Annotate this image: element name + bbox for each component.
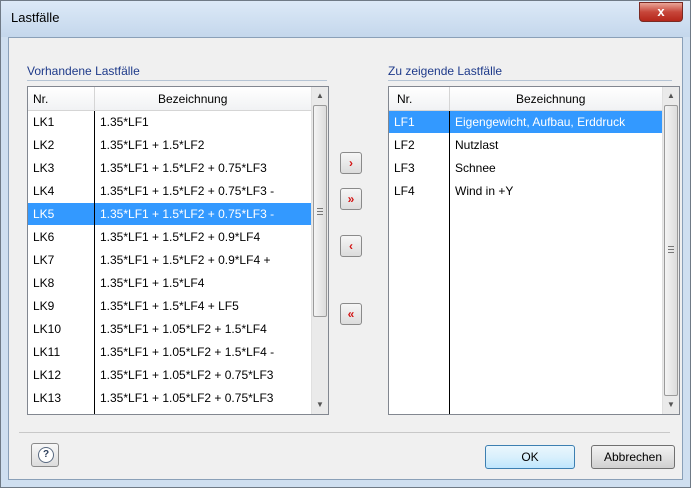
left-group-label: Vorhandene Lastfälle	[27, 64, 140, 78]
row-designation: 1.35*LF1 + 1.5*LF2 + 0.75*LF3 -	[100, 184, 275, 198]
row-number: LK2	[33, 138, 55, 152]
row-designation: 1.35*LF1 + 1.5*LF2 + 0.9*LF4	[100, 230, 261, 244]
row-number: LK5	[33, 207, 55, 221]
add-selected-button[interactable]: ›	[340, 152, 362, 174]
loadcase-row[interactable]: LK1 1.35*LF1	[28, 111, 311, 133]
right-col-nr-header[interactable]: Nr.	[397, 92, 412, 106]
row-number: LK12	[33, 368, 62, 382]
row-designation: Schnee	[455, 161, 496, 175]
row-number: LK10	[33, 322, 62, 336]
row-number: LK3	[33, 161, 55, 175]
row-designation: 1.35*LF1 + 1.5*LF2 + 0.75*LF3	[100, 161, 267, 175]
row-number: LF2	[394, 138, 415, 152]
row-number: LK11	[33, 345, 61, 359]
row-number: LK9	[33, 299, 55, 313]
left-col-nr-header[interactable]: Nr.	[33, 92, 48, 106]
scroll-up-icon[interactable]: ▲	[663, 87, 679, 104]
loadcase-row[interactable]: LK3 1.35*LF1 + 1.5*LF2 + 0.75*LF3	[28, 157, 311, 179]
ok-button[interactable]: OK	[485, 445, 575, 469]
scroll-down-icon[interactable]: ▼	[312, 396, 328, 413]
row-number: LK8	[33, 276, 55, 290]
right-header-separator[interactable]	[449, 87, 450, 111]
right-col-bezeichnung-header[interactable]: Bezeichnung	[516, 92, 585, 106]
row-number: LK13	[33, 391, 62, 405]
loadcase-row[interactable]: LK5 1.35*LF1 + 1.5*LF2 + 0.75*LF3 -	[28, 203, 311, 225]
row-designation: Nutzlast	[455, 138, 499, 152]
row-designation: 1.35*LF1 + 1.5*LF2	[100, 138, 205, 152]
row-designation: 1.35*LF1 + 1.5*LF4 + LF5	[100, 299, 239, 313]
row-number: LF4	[394, 184, 415, 198]
left-scroll-thumb[interactable]	[313, 105, 327, 317]
shown-loadcase-row[interactable]: LF1 Eigengewicht, Aufbau, Erddruck	[389, 111, 662, 133]
row-designation: Wind in +Y	[455, 184, 514, 198]
row-number: LF3	[394, 161, 415, 175]
row-designation: 1.35*LF1 + 1.05*LF2 + 1.5*LF4 -	[100, 345, 275, 359]
footer-separator	[19, 432, 670, 433]
left-header-separator[interactable]	[94, 87, 95, 111]
row-designation: 1.35*LF1 + 1.5*LF2 + 0.9*LF4 +	[100, 253, 271, 267]
loadcase-row[interactable]: LK12 1.35*LF1 + 1.05*LF2 + 0.75*LF3	[28, 364, 311, 386]
title-bar[interactable]: Lastfälle x	[1, 1, 690, 37]
row-designation: 1.35*LF1 + 1.05*LF2 + 0.75*LF3	[100, 368, 274, 382]
loadcase-row[interactable]: LK9 1.35*LF1 + 1.5*LF4 + LF5	[28, 295, 311, 317]
left-col-bezeichnung-header[interactable]: Bezeichnung	[158, 92, 227, 106]
help-button[interactable]: ?	[31, 443, 59, 467]
loadcase-row[interactable]: LK7 1.35*LF1 + 1.5*LF2 + 0.9*LF4 +	[28, 249, 311, 271]
loadcase-row[interactable]: LK4 1.35*LF1 + 1.5*LF2 + 0.75*LF3 -	[28, 180, 311, 202]
cancel-button[interactable]: Abbrechen	[591, 445, 675, 469]
shown-loadcase-row[interactable]: LF3 Schnee	[389, 157, 662, 179]
scroll-down-icon[interactable]: ▼	[663, 396, 679, 413]
row-number: LK1	[33, 115, 55, 129]
row-number: LK4	[33, 184, 55, 198]
loadcase-row[interactable]: LK10 1.35*LF1 + 1.05*LF2 + 1.5*LF4	[28, 318, 311, 340]
right-group-label: Zu zeigende Lastfälle	[388, 64, 503, 78]
right-list-header: Nr. Bezeichnung	[389, 87, 662, 111]
grip-icon	[317, 208, 323, 215]
dialog-client-area: Vorhandene Lastfälle Nr. Bezeichnung LK1…	[8, 37, 683, 480]
row-designation: 1.35*LF1 + 1.05*LF2 + 0.75*LF3	[100, 391, 274, 405]
lastfaelle-dialog: Lastfälle x Vorhandene Lastfälle Nr. Bez…	[0, 0, 691, 488]
arrow-left-icon: ‹	[349, 239, 353, 253]
left-list-scrollbar[interactable]: ▲ ▼	[311, 87, 328, 414]
remove-all-button[interactable]: «	[340, 303, 362, 325]
shown-loadcase-row[interactable]: LF4 Wind in +Y	[389, 180, 662, 202]
double-arrow-right-icon: »	[347, 192, 355, 206]
row-designation: Eigengewicht, Aufbau, Erddruck	[455, 115, 626, 129]
row-designation: 1.35*LF1 + 1.05*LF2 + 1.5*LF4	[100, 322, 267, 336]
left-list-header: Nr. Bezeichnung	[28, 87, 313, 111]
loadcase-row[interactable]: LK2 1.35*LF1 + 1.5*LF2	[28, 134, 311, 156]
shown-loadcases-list[interactable]: Nr. Bezeichnung LF1 Eigengewicht, Aufbau,…	[388, 86, 680, 415]
scroll-up-icon[interactable]: ▲	[312, 87, 328, 104]
row-number: LK7	[33, 253, 55, 267]
loadcase-row[interactable]: LK11 1.35*LF1 + 1.05*LF2 + 1.5*LF4 -	[28, 341, 311, 363]
close-button[interactable]: x	[639, 2, 683, 22]
row-designation: 1.35*LF1 + 1.5*LF2 + 0.75*LF3 -	[100, 207, 275, 221]
right-group-divider	[388, 80, 672, 81]
arrow-right-icon: ›	[349, 156, 353, 170]
add-all-button[interactable]: »	[340, 188, 362, 210]
double-arrow-left-icon: «	[347, 307, 355, 321]
right-scroll-thumb[interactable]	[664, 105, 678, 396]
right-column-divider	[449, 111, 450, 414]
row-designation: 1.35*LF1	[100, 115, 149, 129]
row-designation: 1.35*LF1 + 1.5*LF4	[100, 276, 205, 290]
window-title: Lastfälle	[11, 10, 60, 25]
left-group-divider	[27, 80, 327, 81]
right-list-scrollbar[interactable]: ▲ ▼	[662, 87, 679, 414]
loadcase-row[interactable]: LK13 1.35*LF1 + 1.05*LF2 + 0.75*LF3	[28, 387, 311, 409]
shown-loadcase-row[interactable]: LF2 Nutzlast	[389, 134, 662, 156]
grip-icon	[668, 246, 674, 253]
loadcase-row[interactable]: LK8 1.35*LF1 + 1.5*LF4	[28, 272, 311, 294]
close-icon: x	[657, 4, 665, 19]
row-number: LK6	[33, 230, 55, 244]
available-loadcases-list[interactable]: Nr. Bezeichnung LK1 1.35*LF1 LK2 1.35*LF1 +…	[27, 86, 329, 415]
row-number: LF1	[394, 115, 415, 129]
loadcase-row[interactable]: LK6 1.35*LF1 + 1.5*LF2 + 0.9*LF4	[28, 226, 311, 248]
help-icon: ?	[38, 447, 54, 463]
left-column-divider	[94, 111, 95, 414]
remove-selected-button[interactable]: ‹	[340, 235, 362, 257]
